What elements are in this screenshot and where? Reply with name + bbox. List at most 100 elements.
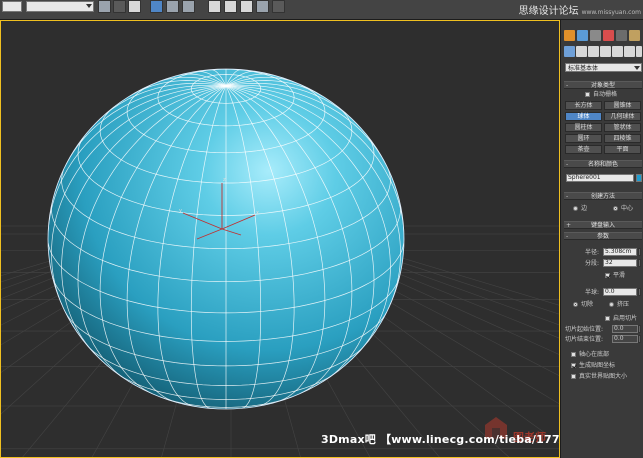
object-type-button[interactable]: 几何球体 — [604, 112, 641, 121]
object-type-button[interactable]: 管状体 — [604, 123, 641, 132]
edge-label: 边 — [581, 205, 588, 212]
helpers-icon[interactable] — [612, 46, 623, 57]
creation-method-title: 创建方法 — [590, 193, 615, 200]
object-type-button[interactable]: 平面 — [604, 145, 641, 154]
gen-map-coords-label: 生成贴图坐标 — [579, 362, 616, 369]
center-label: 中心 — [621, 205, 634, 212]
radius-spinner[interactable] — [638, 248, 641, 256]
forum-watermark-title: 思缘设计论坛 — [518, 6, 579, 17]
segments-field[interactable]: 32 — [603, 259, 637, 267]
primitive-category-dropdown[interactable]: 标准基本体 — [565, 63, 642, 72]
link-icon[interactable] — [98, 0, 111, 13]
forum-watermark: 思缘设计论坛 www.missyuan.com — [519, 2, 641, 17]
center-radio[interactable] — [613, 206, 618, 211]
cameras-icon[interactable] — [600, 46, 611, 57]
rollout-collapse-icon: - — [566, 233, 569, 240]
object-type-button[interactable]: 圆锥体 — [604, 101, 641, 110]
slice-from-field[interactable]: 0.0 — [612, 325, 638, 333]
motion-tab-icon[interactable] — [603, 30, 614, 41]
slice-on-label: 启用切片 — [613, 315, 638, 322]
squash-radio[interactable] — [609, 302, 614, 307]
object-type-button[interactable]: 圆柱体 — [565, 123, 602, 132]
slice-to-field[interactable]: 0.0 — [612, 335, 638, 343]
chop-radio[interactable] — [573, 302, 578, 307]
primitive-category-value: 标准基本体 — [568, 65, 599, 72]
real-world-row: 真实世界贴图大小 — [565, 372, 642, 381]
create-tab-icon[interactable] — [564, 30, 575, 41]
rollout-collapse-icon: - — [566, 193, 569, 200]
chop-label: 切除 — [581, 301, 594, 308]
modify-tab-icon[interactable] — [577, 30, 588, 41]
autogrid-label: 自动栅格 — [593, 91, 618, 98]
slice-from-value: 0.0 — [614, 325, 624, 332]
display-tab-icon[interactable] — [616, 30, 627, 41]
utilities-tab-icon[interactable] — [629, 30, 640, 41]
panel-tabs — [563, 30, 642, 42]
gizmo-z-label: z — [223, 177, 226, 183]
object-type-button[interactable]: 长方体 — [565, 101, 602, 110]
gen-map-coords-row: 生成贴图坐标 — [565, 361, 642, 370]
slice-from-row: 切片起始位置: 0.0 — [565, 325, 642, 334]
radius-row: 半径: 5.308cm — [565, 248, 642, 257]
creation-method-row: 边 中心 — [565, 204, 642, 213]
object-type-button[interactable]: 四棱锥 — [604, 134, 641, 143]
select-rotate-icon[interactable] — [224, 0, 237, 13]
perspective-viewport[interactable]: z x y 图老师 3Dmax吧 【www.linecg.com/tieba/1… — [0, 20, 560, 458]
main-toolbar: 思缘设计论坛 www.missyuan.com — [0, 0, 643, 20]
select-by-name-icon[interactable] — [166, 0, 179, 13]
keyboard-entry-title: 键盘输入 — [590, 222, 615, 229]
lights-icon[interactable] — [588, 46, 599, 57]
systems-icon[interactable] — [636, 46, 642, 57]
edge-radio[interactable] — [573, 206, 578, 211]
rollout-expand-icon: + — [566, 222, 572, 229]
autogrid-checkbox[interactable] — [585, 92, 590, 97]
slice-to-spinner[interactable] — [638, 335, 641, 343]
rollout-collapse-icon: - — [566, 161, 569, 168]
slice-on-checkbox[interactable] — [605, 316, 610, 321]
reference-coordinate-dropdown[interactable] — [26, 1, 94, 12]
radius-field[interactable]: 5.308cm — [603, 248, 637, 256]
bind-space-warp-icon[interactable] — [128, 0, 141, 13]
hemisphere-value: 0.0 — [605, 288, 615, 295]
command-panel: 标准基本体 - 对象类型 自动栅格 长方体 圆锥体 球体 几何球体 圆柱体 管状体 圆环 四棱… — [560, 20, 643, 458]
name-color-rollout-header[interactable]: - 名称和颜色 — [564, 160, 642, 168]
selection-filter-dropdown[interactable] — [2, 1, 22, 12]
unlink-icon[interactable] — [113, 0, 126, 13]
hemisphere-row: 半球: 0.0 — [565, 288, 642, 297]
chevron-down-icon — [634, 66, 640, 70]
object-name-field[interactable]: Sphere001 — [566, 174, 634, 182]
parameters-title: 参数 — [596, 233, 609, 240]
object-type-button[interactable]: 球体 — [565, 112, 602, 121]
object-type-button[interactable]: 圆环 — [565, 134, 602, 143]
segments-spinner[interactable] — [638, 259, 641, 267]
object-type-rollout-header[interactable]: - 对象类型 — [564, 81, 642, 89]
gen-map-coords-checkbox[interactable] — [571, 363, 576, 368]
chop-squash-row: 切除 挤压 — [565, 300, 642, 309]
slice-from-spinner[interactable] — [638, 325, 641, 333]
smooth-checkbox[interactable] — [605, 273, 610, 278]
select-move-icon[interactable] — [208, 0, 221, 13]
forum-watermark-url: www.missyuan.com — [581, 9, 641, 16]
manipulate-icon[interactable] — [272, 0, 285, 13]
hierarchy-tab-icon[interactable] — [590, 30, 601, 41]
keyboard-entry-rollout-header[interactable]: + 键盘输入 — [564, 221, 642, 229]
pivot-center-icon[interactable] — [256, 0, 269, 13]
select-scale-icon[interactable] — [240, 0, 253, 13]
shapes-icon[interactable] — [576, 46, 587, 57]
parameters-rollout-header[interactable]: - 参数 — [564, 232, 642, 240]
segments-label: 分段: — [585, 260, 600, 267]
selection-region-icon[interactable] — [182, 0, 195, 13]
real-world-checkbox[interactable] — [571, 374, 576, 379]
hemisphere-spinner[interactable] — [638, 288, 641, 296]
select-object-icon[interactable] — [150, 0, 163, 13]
space-warps-icon[interactable] — [624, 46, 635, 57]
base-to-pivot-checkbox[interactable] — [571, 352, 576, 357]
hemisphere-field[interactable]: 0.0 — [603, 288, 637, 296]
object-type-title: 对象类型 — [590, 82, 615, 89]
object-name-value: Sphere001 — [568, 174, 601, 181]
object-type-button[interactable]: 茶壶 — [565, 145, 602, 154]
gizmo-y-label: y — [179, 208, 182, 214]
creation-method-rollout-header[interactable]: - 创建方法 — [564, 192, 642, 200]
object-color-swatch[interactable] — [636, 174, 642, 182]
geometry-icon[interactable] — [564, 46, 575, 57]
